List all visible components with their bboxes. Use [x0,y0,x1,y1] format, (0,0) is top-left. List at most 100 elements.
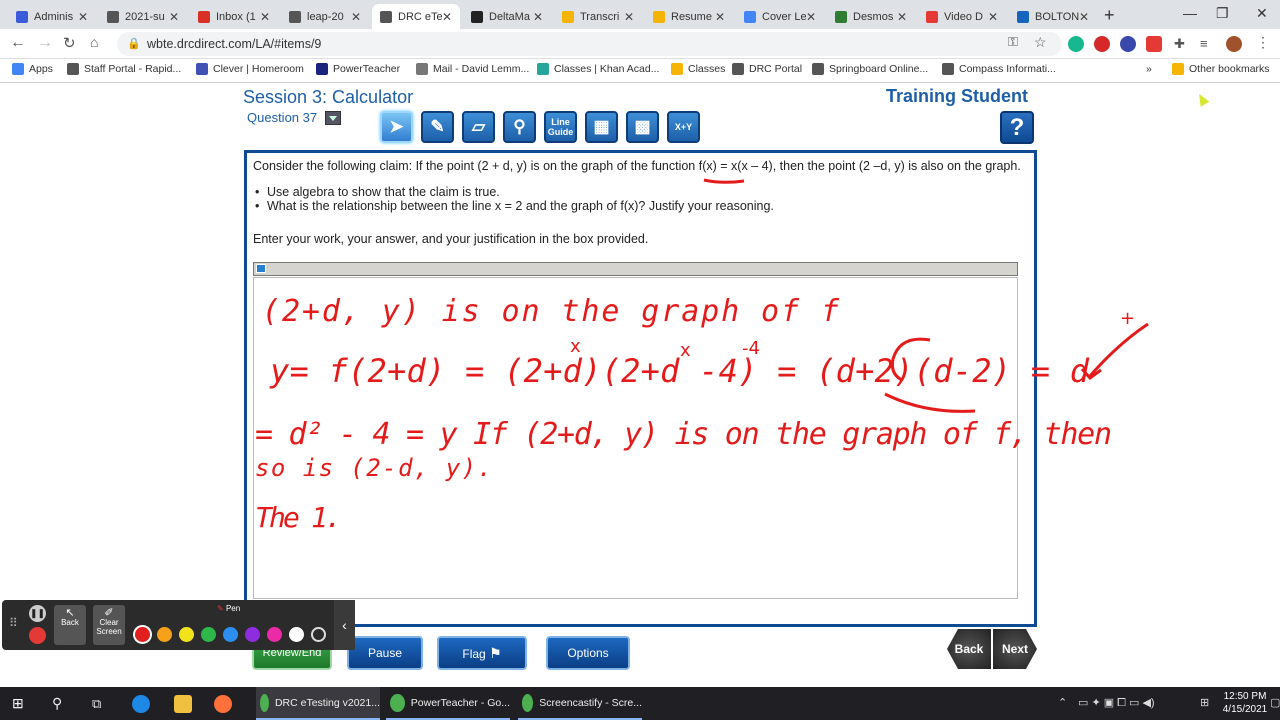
answer-input[interactable] [253,277,1018,599]
browser-tab[interactable]: leap-20 ✕ [281,4,369,29]
cursor-back-button[interactable]: ↖ Back [54,605,86,645]
extensions-puzzle-icon[interactable]: ✚ [1174,36,1185,52]
pause-button[interactable]: Pause [347,636,423,670]
extension-icon-k[interactable] [1120,36,1136,52]
profile-avatar[interactable] [1226,36,1242,52]
bookmark-item[interactable]: Other bookmarks [1172,63,1270,75]
pen-tool-label[interactable]: ✎ Pen [217,604,240,613]
equation-editor-icon[interactable] [256,264,266,273]
tray-icons[interactable]: ▭ ✦ ▣ ⧠ ▭ ◀) [1078,696,1155,710]
bookmark-item[interactable]: Staff Portal - Rapid... [67,63,181,75]
sticky-note-tool[interactable]: ▱ [462,111,495,143]
tab-close-icon[interactable]: ✕ [260,10,274,24]
media-control-icon[interactable]: ≡ [1200,36,1208,51]
tab-close-icon[interactable]: ✕ [624,10,638,24]
browser-tab[interactable]: DRC eTe ✕ [372,4,460,29]
extension-icon-red[interactable] [1094,36,1110,52]
home-icon[interactable]: ⌂ [90,34,98,50]
flag-button[interactable]: Flag ⚑ [437,636,527,670]
taskbar-app-screencastify[interactable]: Screencastify - Scre... [518,687,642,720]
bookmark-item[interactable]: Classes [671,63,725,75]
search-icon[interactable]: ⚲ [52,687,62,720]
more-bookmarks-icon[interactable]: » [1146,63,1152,75]
taskbar-app-drc[interactable]: DRC eTesting v2021... [256,687,380,720]
back-arrow-icon[interactable]: ← [10,34,26,52]
pen-color-swatch[interactable] [245,627,260,642]
tray-chevron-icon[interactable]: ⌃ [1058,696,1067,709]
tab-close-icon[interactable]: ✕ [988,10,1002,24]
reload-icon[interactable]: ↻ [63,34,76,52]
bookmark-item[interactable]: Compass Informati... [942,63,1056,75]
graph-paper-tool[interactable]: ▩ [626,111,659,143]
grammarly-extension-icon[interactable] [1068,36,1084,52]
close-window-icon[interactable]: ✕ [1256,5,1268,22]
next-button[interactable]: Next [993,629,1037,669]
tab-close-icon[interactable]: ✕ [715,10,729,24]
pointer-tool[interactable]: ➤ [380,111,413,143]
tab-close-icon[interactable]: ✕ [533,10,547,24]
new-tab-icon[interactable]: + [1104,5,1115,26]
tab-close-icon[interactable]: ✕ [442,10,456,24]
back-button[interactable]: Back [947,629,991,669]
tab-close-icon[interactable]: ✕ [169,10,183,24]
tab-close-icon[interactable]: ✕ [351,10,365,24]
options-button[interactable]: Options [546,636,630,670]
tab-close-icon[interactable]: ✕ [78,10,92,24]
bookmark-item[interactable]: Mail - David Lemm... [416,63,529,75]
tab-close-icon[interactable]: ✕ [1079,10,1093,24]
browser-menu-icon[interactable]: ⋮ [1256,34,1270,51]
notifications-icon[interactable]: ▢ [1270,696,1280,709]
start-icon[interactable]: ⊞ [12,687,24,720]
edge-icon[interactable] [132,687,156,720]
taskbar-app-powerteacher[interactable]: PowerTeacher - Go... [386,687,510,720]
pen-color-swatch[interactable] [201,627,216,642]
pen-color-swatch[interactable] [223,627,238,642]
help-button[interactable]: ? [1000,111,1034,144]
calculator-tool[interactable]: ▦ [585,111,618,143]
highlighter-tool[interactable]: ✎ [421,111,454,143]
pen-color-swatch[interactable] [135,627,150,642]
bookmark-item[interactable]: DRC Portal [732,63,802,75]
browser-tab[interactable]: Adminis ✕ [8,4,96,29]
pen-color-swatch[interactable] [179,627,194,642]
line-guide-tool[interactable]: Line Guide [544,111,577,143]
pen-color-swatch[interactable] [289,627,304,642]
language-icon[interactable]: ⊞ [1200,696,1209,709]
task-view-icon[interactable]: ⧉ [92,687,101,720]
collapse-toolbar-icon[interactable]: ‹ [334,600,355,650]
bookmark-star-icon[interactable]: ☆ [1034,34,1047,51]
browser-tab[interactable]: Resume ✕ [645,4,733,29]
equation-tool[interactable]: X+Y [667,111,700,143]
bookmark-item[interactable]: Classes | Khan Acad... [537,63,659,75]
key-icon[interactable]: ⚿ [1008,34,1018,50]
minimize-icon[interactable]: — [1183,5,1197,21]
clear-screen-button[interactable]: ✐ Clear Screen [93,605,125,645]
question-dropdown-icon[interactable] [325,111,341,125]
browser-tab[interactable]: Cover Le ✕ [736,4,824,29]
pen-color-swatch[interactable] [267,627,282,642]
tab-close-icon[interactable]: ✕ [806,10,820,24]
drag-handle-icon[interactable]: ⠿ [9,616,18,630]
browser-tab[interactable]: Inbox (1 ✕ [190,4,278,29]
browser-tab[interactable]: Video D ✕ [918,4,1006,29]
pen-color-swatch[interactable] [157,627,172,642]
maximize-icon[interactable]: ❐ [1216,5,1229,22]
bookmark-item[interactable]: Apps [12,63,53,75]
bookmark-item[interactable]: Clever | Homeroom [196,63,304,75]
browser-tab[interactable]: Transcri ✕ [554,4,642,29]
pen-color-swatch[interactable] [311,627,326,642]
system-clock[interactable]: 12:50 PM 4/15/2021 [1220,690,1270,716]
magnifier-tool[interactable]: ⚲ [503,111,536,143]
browser-tab[interactable]: Desmos ✕ [827,4,915,29]
browser-tab[interactable]: DeltaMa ✕ [463,4,551,29]
pause-recording-icon[interactable]: ❚❚ [29,605,46,622]
forward-arrow-icon[interactable]: → [37,34,53,52]
browser-tab[interactable]: BOLTON ✕ [1009,4,1097,29]
firefox-icon[interactable] [214,687,238,720]
tab-close-icon[interactable]: ✕ [897,10,911,24]
stop-recording-icon[interactable] [29,627,46,644]
browser-tab[interactable]: 2021-su ✕ [99,4,187,29]
file-explorer-icon[interactable] [174,687,198,720]
screencastify-extension-icon[interactable] [1146,36,1162,52]
bookmark-item[interactable]: PowerTeacher [316,63,400,75]
